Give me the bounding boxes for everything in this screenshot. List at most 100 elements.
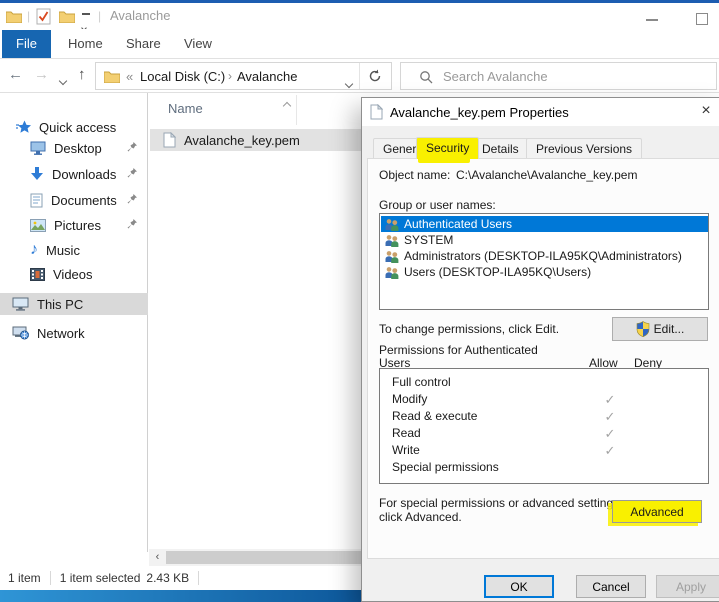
permission-name: Read [392, 426, 421, 440]
maximize-button[interactable] [696, 13, 708, 25]
status-selected-count: 1 item selected [60, 571, 141, 585]
back-icon[interactable]: ← [8, 66, 23, 83]
ribbon-tab-share[interactable]: Share [112, 30, 175, 58]
sort-ascending-icon[interactable] [284, 96, 290, 114]
search-box[interactable]: Search Avalanche [400, 62, 717, 90]
sidebar-item-videos[interactable]: Videos [0, 263, 148, 285]
background-window-strip [0, 590, 362, 602]
status-item-count: 1 item [8, 571, 41, 585]
sidebar-item-network[interactable]: Network [0, 322, 148, 344]
file-row[interactable]: Avalanche_key.pem [150, 129, 362, 151]
allow-checkmark-icon: ✓ [595, 426, 625, 442]
highlight-marker [418, 158, 470, 163]
breadcrumb-drive[interactable]: Local Disk (C:) [140, 69, 225, 84]
column-header-name[interactable]: Name [168, 101, 203, 116]
tab-security[interactable]: Security [416, 137, 479, 159]
dialog-titlebar: Avalanche_key.pem Properties × [362, 98, 719, 126]
object-name-value: C:\Avalanche\Avalanche_key.pem [456, 168, 637, 182]
tab-previous-versions[interactable]: Previous Versions [526, 138, 642, 158]
pin-icon [127, 141, 138, 153]
cancel-button[interactable]: Cancel [576, 575, 646, 598]
document-icon [30, 193, 43, 208]
permissions-list[interactable]: Full control Modify Read & execute Read … [379, 368, 709, 484]
up-icon[interactable]: ↑ [78, 66, 86, 83]
pin-icon [127, 218, 138, 230]
scroll-left-arrow[interactable]: ‹ [150, 551, 165, 564]
address-bar[interactable]: « Local Disk (C:) › Avalanche [95, 62, 392, 90]
titlebar-separator: | [98, 9, 101, 23]
ribbon-tab-view[interactable]: View [170, 30, 226, 58]
navigation-bar: ← → ↑ « Local Disk (C:) › Avalanche Sear… [0, 60, 719, 93]
sidebar-item-desktop[interactable]: Desktop [0, 137, 148, 159]
edit-hint: To change permissions, click Edit. [379, 322, 559, 336]
users-icon [384, 218, 400, 231]
allow-checkmark-icon: ✓ [595, 443, 625, 459]
ok-button[interactable]: OK [484, 575, 554, 598]
address-folder-icon [104, 70, 120, 83]
permission-name: Full control [392, 375, 451, 389]
navigation-pane: Quick access Desktop Downloads Documents… [0, 93, 148, 552]
permission-name: Write [392, 443, 420, 457]
desktop-icon [30, 141, 46, 155]
quick-access-star-icon [16, 120, 31, 134]
permission-name: Read & execute [392, 409, 477, 423]
status-divider [198, 571, 199, 585]
permission-name: Special permissions [392, 460, 499, 474]
file-icon [163, 132, 176, 148]
titlebar-separator: | [27, 9, 30, 23]
tab-details[interactable]: Details [472, 138, 529, 158]
group-row[interactable]: Users (DESKTOP-ILA95KQ\Users) [381, 264, 708, 280]
search-placeholder: Search Avalanche [443, 69, 548, 84]
window-folder-icon [6, 10, 22, 23]
download-arrow-icon [30, 167, 44, 182]
apply-button[interactable]: Apply [656, 575, 719, 598]
dialog-title: Avalanche_key.pem Properties [390, 105, 569, 120]
edit-button[interactable]: Edit... [612, 317, 708, 341]
address-divider [359, 63, 360, 89]
status-bar: 1 item 1 item selected 2.43 KB [0, 566, 362, 590]
picture-icon [30, 219, 46, 232]
permissions-for-label-line1: Permissions for Authenticated [379, 343, 538, 357]
breadcrumb-folder[interactable]: Avalanche [237, 69, 297, 84]
window-title: Avalanche [110, 8, 170, 23]
advanced-hint-line1: For special permissions or advanced sett… [379, 496, 622, 510]
ribbon-tab-home[interactable]: Home [54, 30, 117, 58]
column-divider[interactable] [296, 95, 297, 125]
sidebar-item-this-pc[interactable]: This PC [0, 293, 148, 315]
sidebar-item-pictures[interactable]: Pictures [0, 214, 148, 236]
group-row[interactable]: Administrators (DESKTOP-ILA95KQ\Administ… [381, 248, 708, 264]
users-icon [384, 266, 400, 279]
ribbon-tabbar: File Home Share View [0, 29, 719, 59]
allow-checkmark-icon: ✓ [595, 392, 625, 408]
edit-button-label: Edit... [654, 322, 685, 336]
pin-icon [127, 193, 138, 205]
screen: | | Avalanche File Home Share View ← → ↑ [0, 0, 719, 602]
users-icon [384, 250, 400, 263]
properties-check-icon[interactable] [36, 8, 51, 25]
recent-locations-chevron-icon[interactable] [60, 71, 66, 89]
group-user-list[interactable]: Authenticated Users SYSTEM Administrator… [379, 213, 709, 310]
scrollbar-thumb[interactable] [166, 551, 362, 564]
group-row[interactable]: SYSTEM [381, 232, 708, 248]
explorer-titlebar: | | Avalanche [0, 3, 719, 29]
sidebar-item-downloads[interactable]: Downloads [0, 163, 148, 185]
close-icon[interactable]: × [696, 102, 716, 120]
group-row[interactable]: Authenticated Users [381, 216, 708, 232]
refresh-icon[interactable] [368, 69, 382, 83]
address-dropdown-chevron-icon[interactable] [346, 74, 352, 92]
sidebar-item-documents[interactable]: Documents [0, 189, 148, 211]
sidebar-item-quick-access[interactable]: Quick access [0, 116, 148, 138]
advanced-button[interactable]: Advanced [612, 500, 702, 523]
breadcrumb-prefix: « [126, 69, 133, 84]
object-name-label: Object name: [379, 168, 450, 182]
computer-icon [12, 297, 29, 311]
sidebar-item-music[interactable]: ♪ Music [0, 239, 148, 261]
minimize-button[interactable] [646, 19, 658, 21]
advanced-hint-line2: click Advanced. [379, 510, 462, 524]
new-folder-icon[interactable] [59, 10, 75, 23]
properties-dialog: Avalanche_key.pem Properties × General S… [361, 97, 719, 602]
ribbon-tab-file[interactable]: File [2, 30, 51, 58]
file-name: Avalanche_key.pem [184, 133, 300, 148]
forward-icon: → [34, 66, 49, 83]
dialog-file-icon [370, 104, 383, 120]
